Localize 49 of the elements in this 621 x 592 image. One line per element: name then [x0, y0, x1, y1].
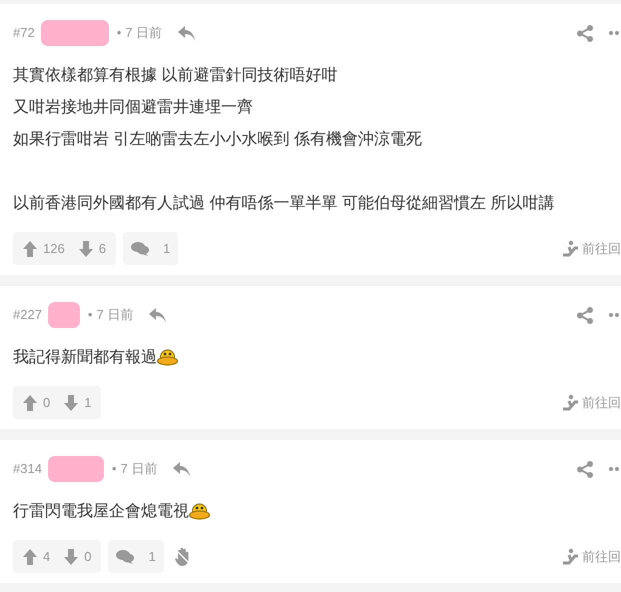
go-to-reply-link[interactable]: 前往回 [582, 392, 621, 412]
comment-text: 我記得新聞都有報過 [13, 342, 621, 374]
comment-count: 1 [148, 548, 156, 566]
share-icon[interactable] [577, 460, 593, 478]
upvote-icon[interactable] [23, 548, 37, 564]
hidden-username [48, 456, 104, 482]
upvote-count: 0 [43, 394, 50, 412]
escalator-icon[interactable] [561, 548, 578, 565]
comment-text: 行雷閃電我屋企會熄電視 [13, 496, 621, 528]
post-number: #227 [13, 306, 42, 324]
hidden-username [48, 302, 80, 328]
comment-icon[interactable] [130, 241, 149, 256]
share-icon[interactable] [577, 306, 593, 324]
go-to-reply-link[interactable]: 前往回 [582, 238, 621, 258]
hidden-username [40, 20, 109, 46]
separator-dot: • [116, 24, 122, 42]
more-icon[interactable] [609, 313, 621, 317]
go-to-reply-link[interactable]: 前往回 [582, 546, 621, 566]
post-time: 7 日前 [120, 460, 158, 478]
upvote-count: 126 [43, 240, 65, 258]
downvote-icon[interactable] [64, 394, 78, 410]
reply-icon[interactable] [149, 308, 168, 322]
comment-text: 又咁岩接地井同個避雷井連埋一齊 [13, 98, 254, 118]
comment-text: 以前香港同外國都有人試過 仲有唔係一單半單 可能伯母從細習慣左 所以咁講 [13, 194, 556, 214]
share-icon[interactable] [577, 24, 593, 42]
post-time: 7 日前 [96, 306, 134, 324]
downvote-icon[interactable] [64, 548, 78, 564]
more-icon[interactable] [609, 467, 621, 471]
more-icon[interactable] [609, 31, 621, 35]
downvote-icon[interactable] [78, 240, 93, 256]
comment-count: 1 [162, 240, 170, 258]
downvote-count: 6 [98, 240, 106, 258]
upvote-icon[interactable] [23, 394, 37, 410]
separator-dot: • [112, 460, 116, 478]
downvote-count: 1 [84, 394, 92, 412]
post-time: 7 日前 [125, 24, 162, 42]
downvote-count: 0 [84, 548, 92, 566]
post-number: #72 [13, 24, 35, 42]
separator-dot: • [88, 306, 92, 324]
upvote-icon[interactable] [23, 240, 37, 256]
escalator-icon[interactable] [561, 240, 578, 257]
comment-icon[interactable] [116, 549, 134, 564]
reply-icon[interactable] [178, 26, 196, 40]
reply-icon[interactable] [173, 462, 192, 476]
escalator-icon[interactable] [561, 394, 578, 411]
comment-text: 其實依樣都算有根據 以前避雷針同技術唔好咁 [13, 66, 338, 86]
upvote-count: 4 [43, 548, 50, 566]
comment-text: 如果行雷咁岩 引左啲雷去左小小水喉到 係有機會沖涼電死 [13, 130, 423, 150]
post-number: #314 [13, 460, 42, 478]
